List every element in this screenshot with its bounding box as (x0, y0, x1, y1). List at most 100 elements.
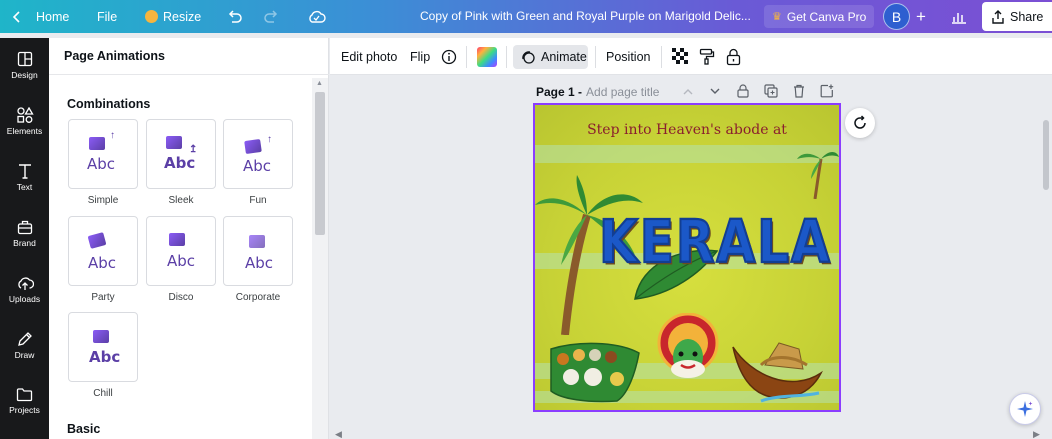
design-canvas[interactable]: Step into Heaven's abode at KERALA (533, 103, 841, 412)
info-icon[interactable] (441, 38, 457, 75)
layout-icon (17, 51, 32, 66)
page-title-input[interactable]: Add page title (586, 85, 659, 99)
arrow-up-icon: ↑ (267, 134, 272, 145)
insights-chart-icon[interactable] (951, 0, 967, 33)
color-adjust-icon[interactable] (477, 38, 497, 75)
rail-label: Draw (14, 349, 35, 360)
image-thumb-icon (166, 136, 182, 149)
animate-icon (522, 51, 535, 64)
undo-icon[interactable] (227, 0, 243, 33)
share-label: Share (1010, 9, 1044, 24)
scroll-up-arrow-icon[interactable]: ▲ (316, 80, 323, 87)
rail-item-text[interactable]: Text (0, 152, 49, 202)
rail-label: Elements (6, 125, 43, 136)
decorative-stripe (535, 145, 839, 163)
avatar[interactable]: B (883, 3, 910, 30)
animation-card-corporate[interactable]: Abc (223, 216, 293, 286)
transparency-icon[interactable] (672, 38, 689, 75)
upload-cloud-icon (17, 276, 34, 290)
canvas-vertical-scrollbar[interactable] (1043, 120, 1049, 190)
animation-card-sleek[interactable]: Abc ↥ (146, 119, 216, 189)
get-pro-label: Get Canva Pro (786, 9, 867, 24)
home-button[interactable]: Home (36, 0, 69, 33)
abc-sample-text: Abc (243, 157, 272, 175)
image-thumb-icon (93, 330, 109, 343)
rail-item-elements[interactable]: Elements (0, 96, 49, 146)
sparkle-icon (1017, 401, 1033, 417)
canvas-headline-text[interactable]: Step into Heaven's abode at (535, 122, 839, 138)
abc-sample-text: Abc (88, 254, 117, 272)
resize-button[interactable]: Resize (145, 0, 201, 33)
houseboat-illustration[interactable] (731, 335, 823, 405)
edit-photo-button[interactable]: Edit photo (341, 38, 397, 75)
animation-label: Disco (168, 292, 194, 303)
animate-button[interactable]: Animate (513, 45, 588, 69)
abc-sample-text: Abc (89, 348, 121, 366)
delete-page-icon[interactable] (791, 83, 807, 99)
left-rail: Design Elements Text Brand Uploads Draw … (0, 38, 49, 439)
duplicate-page-icon[interactable] (763, 83, 779, 99)
rail-label: Uploads (8, 293, 41, 304)
context-toolbar (330, 38, 1052, 75)
toolbar-divider (661, 46, 662, 68)
chevron-down-icon[interactable] (707, 83, 723, 99)
crown-icon (145, 10, 158, 23)
rail-label: Text (16, 181, 33, 192)
panel-header: Page Animations (49, 38, 329, 75)
toolbar-divider (595, 46, 596, 68)
animation-label: Chill (93, 388, 113, 399)
animation-label: Sleek (168, 195, 194, 206)
file-menu-button[interactable]: File (97, 0, 117, 33)
scroll-left-arrow-icon[interactable]: ◀ (335, 429, 342, 439)
animation-card-party[interactable]: Abc (68, 216, 138, 286)
pen-icon (17, 331, 32, 346)
animate-label: Animate (541, 50, 587, 64)
magic-assistant-button[interactable] (1009, 393, 1041, 425)
position-button[interactable]: Position (606, 38, 650, 75)
rotate-refresh-button[interactable] (845, 108, 875, 138)
sadya-meal-illustration[interactable] (547, 341, 641, 403)
panel-title: Page Animations (64, 49, 165, 63)
rail-item-draw[interactable]: Draw (0, 320, 49, 370)
rail-item-uploads[interactable]: Uploads (0, 264, 49, 314)
cloud-save-icon[interactable] (307, 0, 326, 33)
folder-icon (16, 388, 33, 402)
paint-roller-icon[interactable] (699, 38, 715, 75)
animation-card-fun[interactable]: ↑ Abc (223, 119, 293, 189)
arrow-up-icon: ↥ (189, 144, 198, 155)
chevron-up-icon[interactable] (680, 83, 696, 99)
shapes-icon (16, 106, 34, 123)
animation-label: Party (91, 292, 115, 303)
back-chevron-icon[interactable] (12, 0, 22, 33)
flip-button[interactable]: Flip (410, 38, 430, 75)
rail-item-brand[interactable]: Brand (0, 208, 49, 258)
add-collaborator-plus-icon[interactable]: + (916, 0, 926, 33)
toolbar-divider (466, 46, 467, 68)
panel-scrollbar-thumb[interactable] (315, 92, 325, 235)
crown-icon: ♛ (772, 11, 782, 23)
page-lock-icon[interactable] (735, 83, 751, 99)
small-palm-illustration[interactable] (795, 147, 839, 199)
scroll-right-arrow-icon[interactable]: ▶ (1033, 429, 1040, 439)
document-title[interactable]: Copy of Pink with Green and Royal Purple… (420, 0, 751, 33)
redo-icon[interactable] (263, 0, 279, 33)
animation-label: Simple (87, 195, 119, 206)
share-button[interactable]: Share (982, 2, 1052, 31)
abc-sample-text: Abc (167, 252, 196, 270)
animation-card-disco[interactable]: Abc (146, 216, 216, 286)
get-canva-pro-button[interactable]: ♛ Get Canva Pro (764, 5, 875, 28)
lock-icon[interactable] (726, 38, 741, 75)
image-thumb-icon (244, 138, 262, 155)
animation-card-simple[interactable]: ↑ Abc (68, 119, 138, 189)
add-page-icon[interactable] (819, 83, 835, 99)
kathakali-face-illustration[interactable] (657, 313, 719, 385)
animation-card-chill[interactable]: Abc (68, 312, 138, 382)
rail-label: Design (11, 69, 38, 80)
kerala-title-text[interactable]: KERALA (598, 207, 832, 278)
rail-item-design[interactable]: Design (0, 40, 49, 90)
resize-label: Resize (163, 9, 202, 24)
share-upload-icon (992, 9, 1004, 24)
rail-item-projects[interactable]: Projects (0, 376, 49, 426)
text-icon (18, 163, 31, 179)
page-header: Page 1 - Add page title (536, 83, 659, 101)
